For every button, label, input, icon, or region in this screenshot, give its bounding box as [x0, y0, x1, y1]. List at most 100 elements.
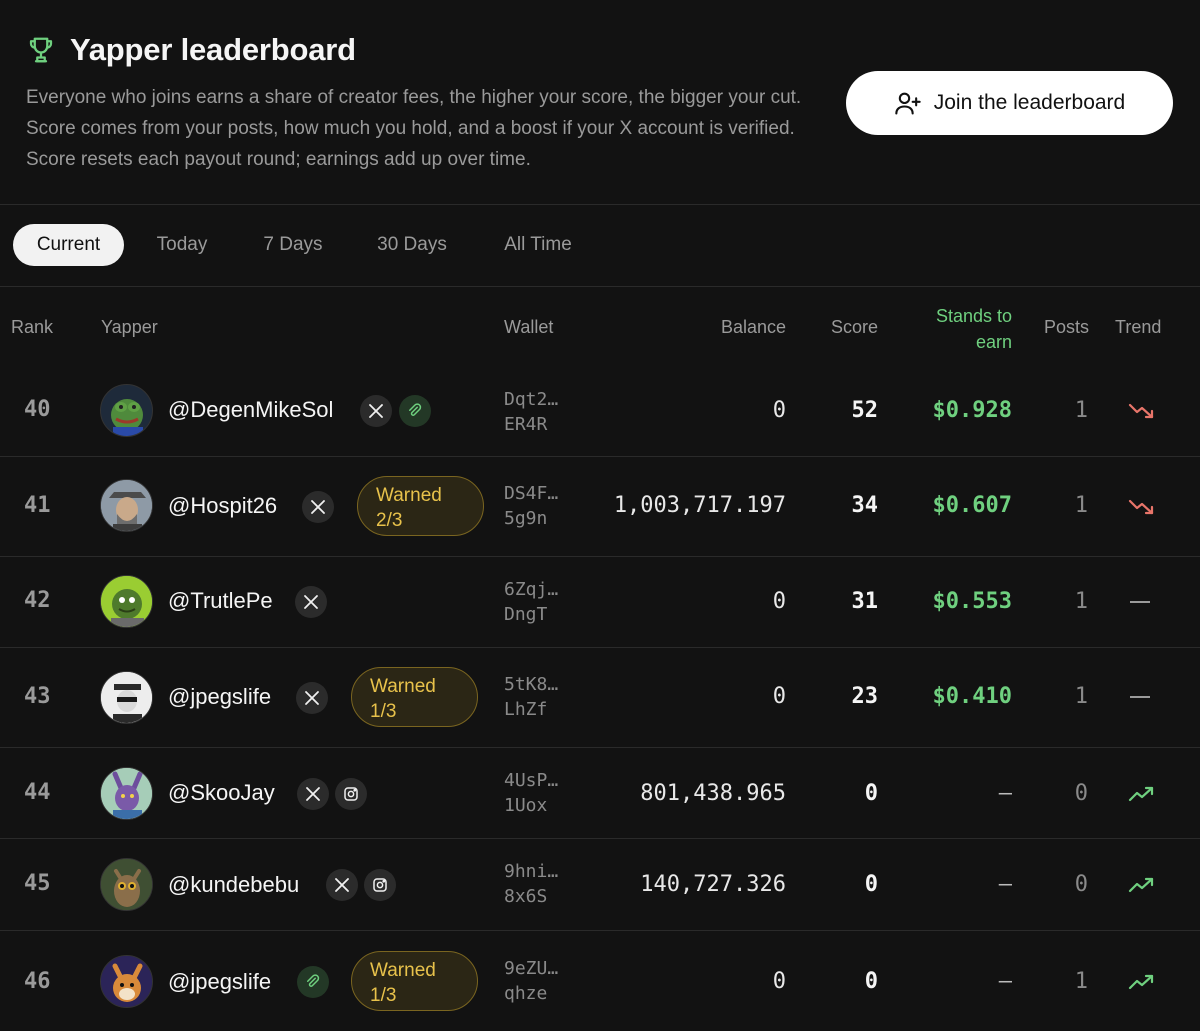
rank-cell: 45 [24, 871, 51, 896]
posts-cell: 1 [1074, 684, 1088, 709]
tab-current[interactable]: Current [13, 224, 124, 266]
warning-badge: Warned 2/3 [357, 476, 484, 536]
score-cell: 34 [851, 493, 879, 518]
tab-all-time[interactable]: All Time [486, 224, 590, 266]
column-stands-to-earn-line2: earn [975, 332, 1012, 352]
x-logo-icon[interactable] [360, 395, 392, 427]
wallet-line1: 9eZU… [504, 958, 559, 979]
avatar [100, 575, 153, 628]
join-leaderboard-button[interactable]: Join the leaderboard [846, 71, 1173, 135]
table-row[interactable]: 43 @jpegslife Warned 1/3 5tK8… LhZf 0 23… [0, 648, 1200, 748]
avatar [100, 384, 153, 437]
column-trend: Trend [1115, 317, 1162, 337]
table-header: Rank Yapper Wallet Balance Score Stands … [0, 287, 1200, 367]
column-score: Score [830, 317, 878, 337]
column-rank: Rank [11, 317, 54, 337]
posts-cell: 0 [1074, 872, 1088, 897]
rank-cell: 42 [24, 588, 51, 613]
yapper-handle[interactable]: @TrutlePe [168, 588, 273, 614]
wallet-line2: 8x6S [504, 886, 548, 907]
avatar [100, 955, 153, 1008]
tab-today[interactable]: Today [140, 224, 224, 266]
score-cell: 23 [851, 684, 879, 709]
wallet-line2: 5g9n [504, 508, 548, 529]
trending-up-icon [1128, 877, 1154, 893]
rank-cell: 41 [24, 493, 51, 518]
wallet-address[interactable]: 9hni… 8x6S [504, 859, 558, 909]
wallet-line1: Dqt2… [504, 389, 559, 410]
score-cell: 0 [864, 872, 878, 897]
wallet-line1: 6Zqj… [504, 579, 559, 600]
yapper-handle[interactable]: @Hospit26 [168, 493, 277, 519]
x-logo-icon[interactable] [295, 586, 327, 618]
score-cell: 0 [864, 969, 878, 994]
x-logo-icon[interactable] [297, 778, 329, 810]
yapper-handle[interactable]: @jpegslife [168, 969, 271, 995]
instagram-icon[interactable] [364, 869, 396, 901]
wallet-line2: LhZf [504, 699, 548, 720]
x-logo-icon[interactable] [326, 869, 358, 901]
balance-cell: 0 [772, 589, 786, 614]
trending-down-icon [1128, 499, 1154, 515]
warning-label: Warned [376, 485, 442, 506]
earn-cell: $0.410 [932, 684, 1012, 709]
score-cell: 52 [851, 398, 879, 423]
rank-cell: 43 [24, 684, 51, 709]
wallet-line2: 1Uox [504, 795, 548, 816]
link-icon[interactable] [399, 395, 431, 427]
wallet-address[interactable]: DS4F… 5g9n [504, 481, 558, 531]
tab-7-days[interactable]: 7 Days [248, 224, 338, 266]
wallet-line1: 9hni… [504, 861, 559, 882]
wallet-address[interactable]: Dqt2… ER4R [504, 387, 558, 437]
rank-cell: 40 [24, 397, 51, 422]
table-row[interactable]: 46 @jpegslife Warned 1/3 9eZU… qhze 0 0 … [0, 931, 1200, 1031]
column-stands-to-earn: Stands to earn [936, 303, 1012, 355]
wallet-line2: DngT [504, 604, 548, 625]
wallet-address[interactable]: 4UsP… 1Uox [504, 768, 558, 818]
earn-cell: — [998, 781, 1012, 806]
balance-cell: 801,438.965 [640, 781, 786, 806]
table-row[interactable]: 40 @DegenMikeSol Dqt2… ER4R 0 52 $0.928 … [0, 367, 1200, 457]
wallet-line2: ER4R [504, 414, 548, 435]
column-yapper: Yapper [101, 317, 158, 337]
warning-badge: Warned 1/3 [351, 667, 478, 727]
posts-cell: 1 [1074, 969, 1088, 994]
trending-up-icon [1128, 974, 1154, 990]
x-logo-icon[interactable] [302, 491, 334, 523]
table-row[interactable]: 41 @Hospit26 Warned 2/3 DS4F… 5g9n 1,003… [0, 457, 1200, 557]
wallet-line1: 4UsP… [504, 770, 559, 791]
rank-cell: 44 [24, 780, 51, 805]
page-description: Everyone who joins earns a share of crea… [26, 87, 802, 170]
title-row: Yapper leaderboard [26, 32, 356, 68]
period-tabs: Current Today 7 Days 30 Days All Time [0, 205, 1200, 287]
dash-icon [1130, 601, 1150, 603]
column-balance: Balance [720, 317, 786, 337]
yapper-handle[interactable]: @DegenMikeSol [168, 397, 333, 423]
table-row[interactable]: 45 @kundebebu 9hni… 8x6S 140,727.326 0 —… [0, 839, 1200, 931]
x-logo-icon[interactable] [296, 682, 328, 714]
balance-cell: 0 [772, 969, 786, 994]
posts-cell: 1 [1074, 589, 1088, 614]
wallet-address[interactable]: 6Zqj… DngT [504, 577, 558, 627]
link-icon[interactable] [297, 966, 329, 998]
wallet-line1: DS4F… [504, 483, 559, 504]
avatar [100, 767, 153, 820]
trending-down-icon [1128, 403, 1154, 419]
yapper-handle[interactable]: @SkooJay [168, 780, 275, 806]
table-row[interactable]: 44 @SkooJay 4UsP… 1Uox 801,438.965 0 — 0 [0, 748, 1200, 839]
yapper-handle[interactable]: @kundebebu [168, 872, 299, 898]
trophy-icon [29, 37, 53, 63]
instagram-icon[interactable] [335, 778, 367, 810]
join-leaderboard-label: Join the leaderboard [933, 91, 1126, 114]
dash-icon [1130, 696, 1150, 698]
yapper-handle[interactable]: @jpegslife [168, 684, 271, 710]
wallet-line1: 5tK8… [504, 674, 559, 695]
wallet-address[interactable]: 5tK8… LhZf [504, 672, 558, 722]
avatar [100, 671, 153, 724]
earn-cell: $0.553 [932, 589, 1012, 614]
page-header: Yapper leaderboard Everyone who joins ea… [0, 0, 1200, 205]
table-row[interactable]: 42 @TrutlePe 6Zqj… DngT 0 31 $0.553 1 [0, 557, 1200, 648]
posts-cell: 1 [1074, 493, 1088, 518]
tab-30-days[interactable]: 30 Days [362, 224, 462, 266]
wallet-address[interactable]: 9eZU… qhze [504, 956, 558, 1006]
